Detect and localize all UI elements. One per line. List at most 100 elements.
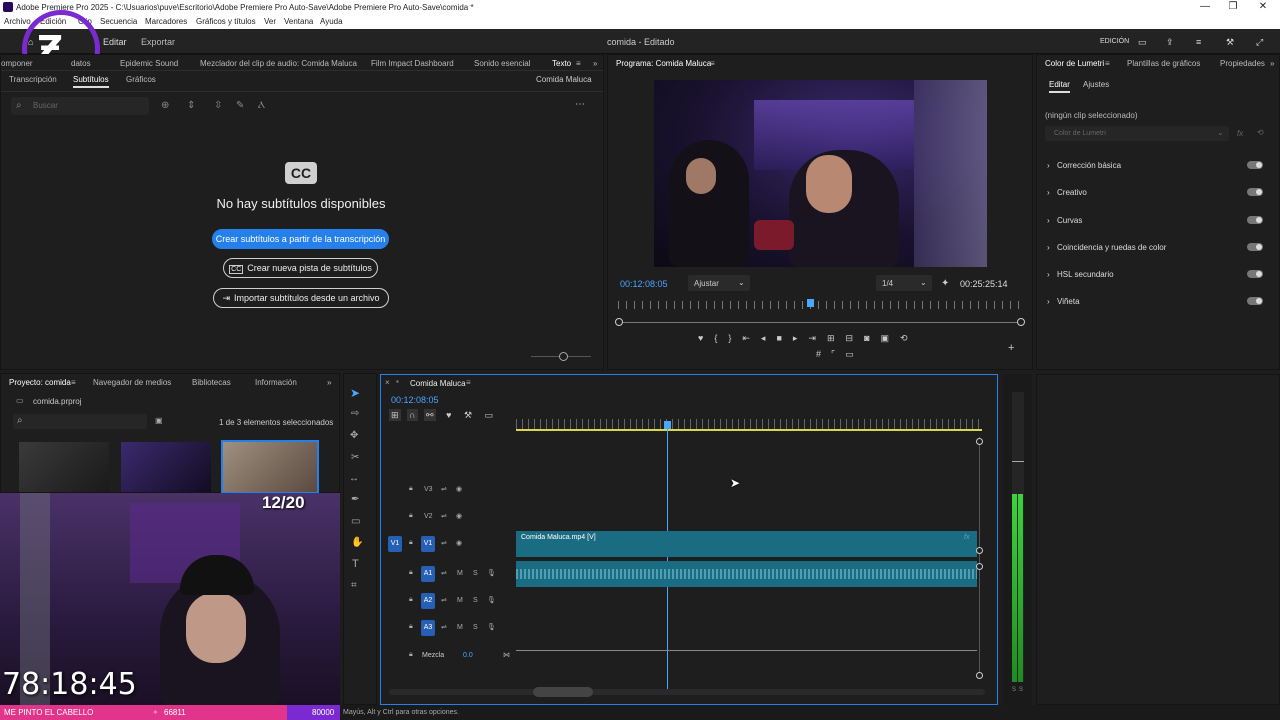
workspace-label[interactable]: EDICIÓN xyxy=(1100,38,1129,45)
new-subtitle-track-button[interactable]: CC Crear nueva pista de subtítulos xyxy=(223,258,378,278)
timeline-menu-icon[interactable]: ≡ xyxy=(466,378,471,387)
program-ruler[interactable] xyxy=(618,301,1024,309)
sync-icon[interactable]: ⇌ xyxy=(441,485,447,493)
vr-icon[interactable]: ⟲ xyxy=(900,333,919,343)
menu-marcadores[interactable]: Marcadores xyxy=(145,17,187,26)
import-subtitles-button[interactable]: ⇥ Importar subtítulos desde un archivo xyxy=(213,288,389,308)
panel-menu-icon[interactable]: ≡ xyxy=(576,59,581,68)
solo-button[interactable]: S xyxy=(473,570,478,577)
section-toggle[interactable] xyxy=(1247,188,1263,196)
lock-icon[interactable]: 🔒︎ xyxy=(409,512,413,520)
section-toggle[interactable] xyxy=(1247,243,1263,251)
timeline-tab[interactable]: Comida Maluca xyxy=(410,379,466,388)
thumbnail-3[interactable] xyxy=(221,440,319,494)
fx-icon[interactable]: fx xyxy=(1237,129,1243,138)
snap-icon[interactable]: ∩ xyxy=(407,409,418,421)
timeline-playhead-handle[interactable] xyxy=(664,421,671,429)
tab-texto[interactable]: Texto xyxy=(552,59,571,68)
wrench-icon[interactable]: ⚒ xyxy=(1226,37,1234,48)
tab-program[interactable]: Programa: Comida Maluca xyxy=(616,59,711,68)
track-label-a1[interactable]: A1 xyxy=(421,566,435,582)
slip-icon[interactable]: ↔ xyxy=(349,473,359,484)
section-curvas[interactable]: › Curvas xyxy=(1037,212,1280,234)
sync-icon[interactable]: ⇌ xyxy=(441,569,447,577)
timeline-timecode[interactable]: 00:12:08:05 xyxy=(391,395,439,405)
solo-button[interactable]: S xyxy=(473,597,478,604)
program-zoom-bar[interactable] xyxy=(618,322,1024,323)
step-forward-icon[interactable]: ▸ xyxy=(793,333,809,343)
pen-icon[interactable]: ✒ xyxy=(351,494,359,505)
work-area-bar[interactable] xyxy=(516,429,982,431)
pencil-icon[interactable]: ✎ xyxy=(236,100,244,111)
merge-icon[interactable]: ⇕ xyxy=(187,100,195,111)
lumetri-menu-icon[interactable]: ≡ xyxy=(1105,59,1110,68)
tab-film-impact[interactable]: Film Impact Dashboard xyxy=(371,59,454,68)
share-icon[interactable]: ⇪ xyxy=(1166,37,1174,48)
hand-icon[interactable]: ✋ xyxy=(351,537,363,548)
mark-in-icon[interactable]: { xyxy=(714,333,728,343)
vscroll-handle[interactable] xyxy=(976,438,983,445)
wrench-settings-icon[interactable]: ✦ xyxy=(941,278,949,289)
lock-icon[interactable]: 🔒︎ xyxy=(409,569,413,577)
sync-icon[interactable]: ⇌ xyxy=(441,512,447,520)
fullscreen-icon[interactable]: ⤢ xyxy=(1256,37,1263,48)
fit-dropdown[interactable]: Ajustar ⌄ xyxy=(688,275,750,291)
selection-tool-icon[interactable]: ➤ xyxy=(350,386,360,400)
create-from-transcript-button[interactable]: Crear subtítulos a partir de la transcri… xyxy=(212,229,389,249)
caption-icon[interactable]: ⌗ xyxy=(351,580,357,591)
go-to-in-icon[interactable]: ⇤ xyxy=(742,333,761,343)
wrench-icon[interactable]: ⚒ xyxy=(464,410,472,420)
tab-exportar[interactable]: Exportar xyxy=(141,37,175,47)
section-toggle[interactable] xyxy=(1247,161,1263,169)
mix-end-icon[interactable]: ⋈ xyxy=(503,651,510,659)
split-icon[interactable]: ⇳ xyxy=(214,100,222,111)
ripple-edit-icon[interactable]: ✥ xyxy=(350,430,358,441)
tab-editar[interactable]: Editar xyxy=(103,37,127,47)
tab-informacion[interactable]: Información xyxy=(255,378,297,387)
overlay-icon[interactable]: ▭ xyxy=(845,349,864,359)
eye-icon[interactable]: ◉ xyxy=(456,485,462,493)
translate-icon[interactable]: Ⲁ xyxy=(258,100,265,111)
add-icon[interactable]: ⊕ xyxy=(161,100,169,111)
section-toggle[interactable] xyxy=(1247,216,1263,224)
solo-button[interactable]: S xyxy=(473,624,478,631)
captions-icon[interactable]: ▭ xyxy=(485,410,494,420)
reset-icon[interactable]: ⟲ xyxy=(1257,128,1264,137)
new-bin-icon[interactable]: ▣ xyxy=(155,416,163,425)
tab-plantillas[interactable]: Plantillas de gráficos xyxy=(1127,59,1200,68)
more-tabs-icon[interactable]: » xyxy=(593,59,597,68)
tab-transcripcion[interactable]: Transcripción xyxy=(9,75,57,84)
more-icon[interactable]: ⋯ xyxy=(575,99,585,110)
razor-icon[interactable]: ✂ xyxy=(351,452,359,463)
tab-graficos[interactable]: Gráficos xyxy=(126,75,156,84)
resolution-dropdown[interactable]: 1/4 ⌄ xyxy=(876,275,932,291)
tab-subtitulos[interactable]: Subtítulos xyxy=(73,75,109,88)
vscroll-handle[interactable] xyxy=(976,672,983,679)
program-timecode[interactable]: 00:12:08:05 xyxy=(620,279,668,289)
tab-proyecto[interactable]: Proyecto: comida xyxy=(9,378,71,387)
track-label-a2[interactable]: A2 xyxy=(421,593,435,609)
video-clip[interactable]: Comida Maluca.mp4 [V] fx xyxy=(516,531,977,557)
timeline-vscroll[interactable] xyxy=(979,437,980,677)
thumbnail-2[interactable] xyxy=(121,442,211,492)
section-creativo[interactable]: › Creativo xyxy=(1037,184,1280,206)
program-menu-icon[interactable]: ≡ xyxy=(710,59,715,68)
menu-ventana[interactable]: Ventana xyxy=(284,17,313,26)
rectangle-icon[interactable]: ▭ xyxy=(351,516,360,527)
tab-propiedades[interactable]: Propiedades xyxy=(1220,59,1265,68)
type-icon[interactable]: T xyxy=(352,558,359,570)
section-toggle[interactable] xyxy=(1247,270,1263,278)
menu-graficos[interactable]: Gráficos y títulos xyxy=(196,17,256,26)
linked-icon[interactable]: ⚯ xyxy=(424,409,436,421)
stop-icon[interactable]: ■ xyxy=(776,333,792,343)
minimize-icon[interactable]: — xyxy=(1190,1,1220,13)
lift-icon[interactable]: ⊞ xyxy=(827,333,846,343)
step-back-icon[interactable]: ◂ xyxy=(761,333,777,343)
more-tabs-icon[interactable]: » xyxy=(327,378,331,387)
thumbnail-1[interactable] xyxy=(19,442,109,492)
vscroll-handle[interactable] xyxy=(976,547,983,554)
menu-ver[interactable]: Ver xyxy=(264,17,276,26)
go-to-out-icon[interactable]: ⇥ xyxy=(808,333,827,343)
tab-mezclador[interactable]: Mezclador del clip de audio: Comida Malu… xyxy=(200,59,357,68)
solo-left[interactable]: S xyxy=(1012,687,1016,693)
